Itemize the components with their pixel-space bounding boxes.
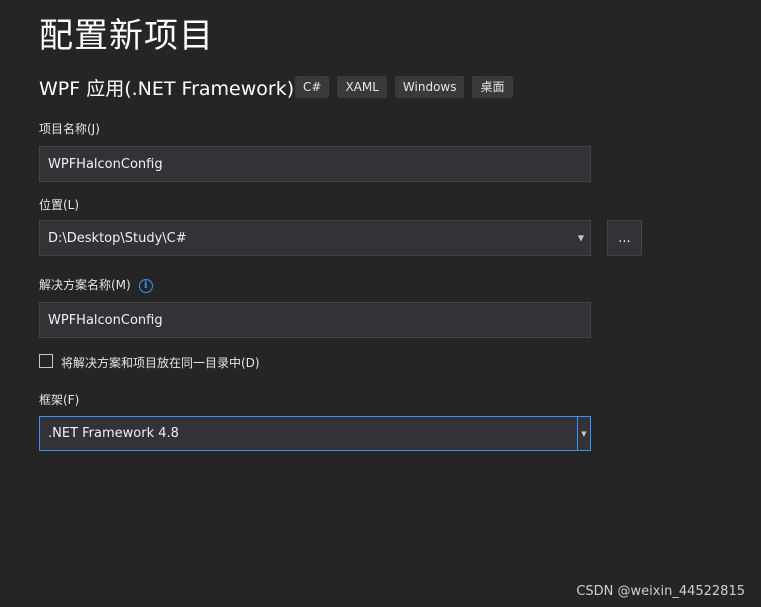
solution-name-input[interactable]: WPFHalconConfig <box>39 302 591 338</box>
template-tags: C# XAML Windows 桌面 <box>295 76 513 98</box>
project-name-input[interactable]: WPFHalconConfig <box>39 146 591 182</box>
location-combobox[interactable]: D:\Desktop\Study\C# ▼ <box>39 220 591 256</box>
tag-csharp: C# <box>295 76 330 98</box>
watermark: CSDN @weixin_44522815 <box>576 584 745 599</box>
same-directory-label: 将解决方案和项目放在同一目录中(D) <box>61 356 260 370</box>
chevron-down-icon[interactable]: ▼ <box>578 234 584 243</box>
tag-windows: Windows <box>394 76 465 98</box>
solution-name-label-row: 解决方案名称(M) i <box>39 276 153 293</box>
solution-name-label: 解决方案名称(M) <box>39 278 131 292</box>
browse-location-button[interactable]: ... <box>607 220 642 256</box>
framework-label: 框架(F) <box>39 393 80 407</box>
info-icon[interactable]: i <box>138 278 153 293</box>
same-directory-checkbox[interactable] <box>39 353 53 368</box>
tag-xaml: XAML <box>337 76 387 98</box>
page-title: 配置新项目 <box>39 16 214 56</box>
framework-combobox[interactable]: .NET Framework 4.8 ▼ <box>39 416 591 451</box>
project-name-label: 项目名称(J) <box>39 122 100 136</box>
solution-name-value: WPFHalconConfig <box>48 312 163 328</box>
location-label: 位置(L) <box>39 198 80 212</box>
location-value: D:\Desktop\Study\C# <box>48 230 187 246</box>
framework-value: .NET Framework 4.8 <box>48 426 179 441</box>
tag-desktop: 桌面 <box>472 76 513 98</box>
chevron-down-icon[interactable]: ▼ <box>577 417 590 450</box>
same-directory-option[interactable]: 将解决方案和项目放在同一目录中(D) <box>39 350 260 371</box>
template-name: WPF 应用(.NET Framework) <box>39 78 295 100</box>
project-name-value: WPFHalconConfig <box>48 156 163 172</box>
